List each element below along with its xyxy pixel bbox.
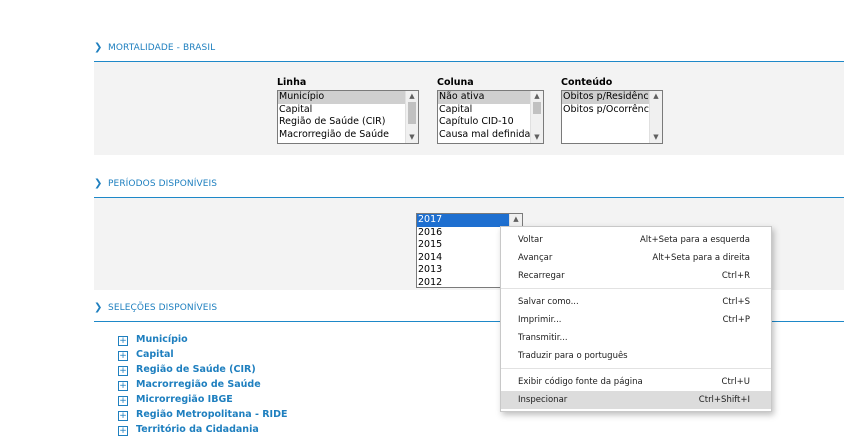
context-menu-item-label: Inspecionar [518,395,568,405]
plus-box-icon[interactable]: + [118,336,128,346]
periodos-option[interactable]: 2012 [417,277,510,288]
conteudo-option[interactable]: Óbitos p/Residênc [562,91,650,104]
plus-box-icon[interactable]: + [118,366,128,376]
scroll-thumb[interactable] [408,102,416,124]
periodos-option[interactable]: 2017 [417,214,510,227]
periodos-option[interactable]: 2016 [417,227,510,240]
scroll-down-icon[interactable]: ▼ [406,132,418,143]
chevron-right-icon: ❯ [94,178,103,189]
tree-item-label[interactable]: Região Metropolitana - RIDE [136,409,287,420]
section-title: MORTALIDADE - BRASIL [108,43,216,53]
context-menu-item[interactable]: Recarregar Ctrl+R [501,267,771,285]
coluna-option[interactable]: Não ativa [438,91,531,104]
scroll-up-icon[interactable]: ▲ [406,91,418,102]
context-menu-item[interactable]: Inspecionar Ctrl+Shift+I [501,391,771,409]
coluna-option[interactable]: Capítulo CID-10 [438,116,531,129]
coluna-label: Coluna [437,77,474,88]
tree-item-label[interactable]: Região de Saúde (CIR) [136,364,256,375]
context-menu-shortcut: Ctrl+S [722,297,750,307]
context-menu-item[interactable]: Salvar como... Ctrl+S [501,293,771,311]
linha-option[interactable]: Região de Saúde (CIR) [278,116,406,129]
tree-item-label[interactable]: Macrorregião de Saúde [136,379,261,390]
context-menu-item-label: Avançar [518,253,553,263]
scroll-up-icon[interactable]: ▲ [650,91,662,102]
plus-box-icon[interactable]: + [118,381,128,391]
linha-option[interactable]: Município [278,91,406,104]
context-menu-shortcut: Ctrl+P [722,315,750,325]
coluna-option[interactable]: Capital [438,104,531,117]
periodos-option[interactable]: 2013 [417,264,510,277]
conteudo-label: Conteúdo [561,77,613,88]
context-menu-item-label: Salvar como... [518,297,579,307]
linha-option[interactable]: Capital [278,104,406,117]
context-menu-item-label: Recarregar [518,271,565,281]
scroll-up-icon[interactable]: ▲ [531,91,543,102]
section-header-mortalidade: ❯ MORTALIDADE - BRASIL [94,42,844,58]
context-menu-shortcut: Ctrl+U [721,377,750,387]
scroll-up-icon[interactable]: ▲ [510,214,522,225]
scrollbar[interactable]: ▲ ▼ [649,91,662,143]
plus-box-icon[interactable]: + [118,411,128,421]
scrollbar[interactable]: ▲ ▼ [530,91,543,143]
context-menu-shortcut: Alt+Seta para a esquerda [639,235,750,245]
context-menu-item[interactable]: Voltar Alt+Seta para a esquerda [501,231,771,249]
chevron-right-icon: ❯ [94,302,103,313]
context-menu-item-label: Voltar [518,235,543,245]
linha-option[interactable]: Macrorregião de Saúde [278,129,406,142]
context-menu: Voltar Alt+Seta para a esquerda Avançar Alt… [500,226,772,412]
menu-separator [501,288,771,289]
context-menu-item[interactable]: Avançar Alt+Seta para a direita [501,249,771,267]
scroll-down-icon[interactable]: ▼ [531,132,543,143]
context-menu-item[interactable]: Imprimir... Ctrl+P [501,311,771,329]
scroll-thumb[interactable] [533,102,541,114]
context-menu-item-label: Traduzir para o português [518,351,628,361]
conteudo-select[interactable]: Óbitos p/Residênc Óbitos p/Ocorrênc ▲ ▼ [561,90,663,144]
linha-label: Linha [277,77,307,88]
context-menu-item-label: Transmitir... [518,333,568,343]
scrollbar[interactable]: ▲ ▼ [405,91,418,143]
menu-separator [501,368,771,369]
tree-item-label[interactable]: Microrregião IBGE [136,394,233,405]
context-menu-item-label: Imprimir... [518,315,562,325]
linha-select[interactable]: Município Capital Região de Saúde (CIR) Mac… [277,90,419,144]
coluna-option[interactable]: Causa mal definidas [438,129,531,142]
tree-item-label[interactable]: Município [136,334,188,345]
section-title: SELEÇÕES DISPONÍVEIS [108,303,218,313]
section-header-periodos: ❯ PERÍODOS DISPONÍVEIS [94,178,844,194]
coluna-select[interactable]: Não ativa Capital Capítulo CID-10 Causa mal… [437,90,544,144]
context-menu-item-label: Exibir código fonte da página [518,377,643,387]
context-menu-item[interactable]: Exibir código fonte da página Ctrl+U [501,373,771,391]
plus-box-icon[interactable]: + [118,351,128,361]
chevron-right-icon: ❯ [94,42,103,53]
conteudo-option[interactable]: Óbitos p/Ocorrênc [562,104,650,117]
context-menu-item[interactable]: Transmitir... [501,329,771,347]
periodos-option[interactable]: 2015 [417,239,510,252]
section-title: PERÍODOS DISPONÍVEIS [108,179,218,189]
context-menu-item[interactable]: Traduzir para o português [501,347,771,365]
context-menu-shortcut: Ctrl+Shift+I [698,395,750,405]
plus-box-icon[interactable]: + [118,426,128,436]
periodos-option[interactable]: 2014 [417,252,510,265]
tree-item-label[interactable]: Capital [136,349,174,360]
plus-box-icon[interactable]: + [118,396,128,406]
scroll-down-icon[interactable]: ▼ [650,132,662,143]
context-menu-shortcut: Alt+Seta para a direita [652,253,750,263]
context-menu-shortcut: Ctrl+R [721,271,750,281]
